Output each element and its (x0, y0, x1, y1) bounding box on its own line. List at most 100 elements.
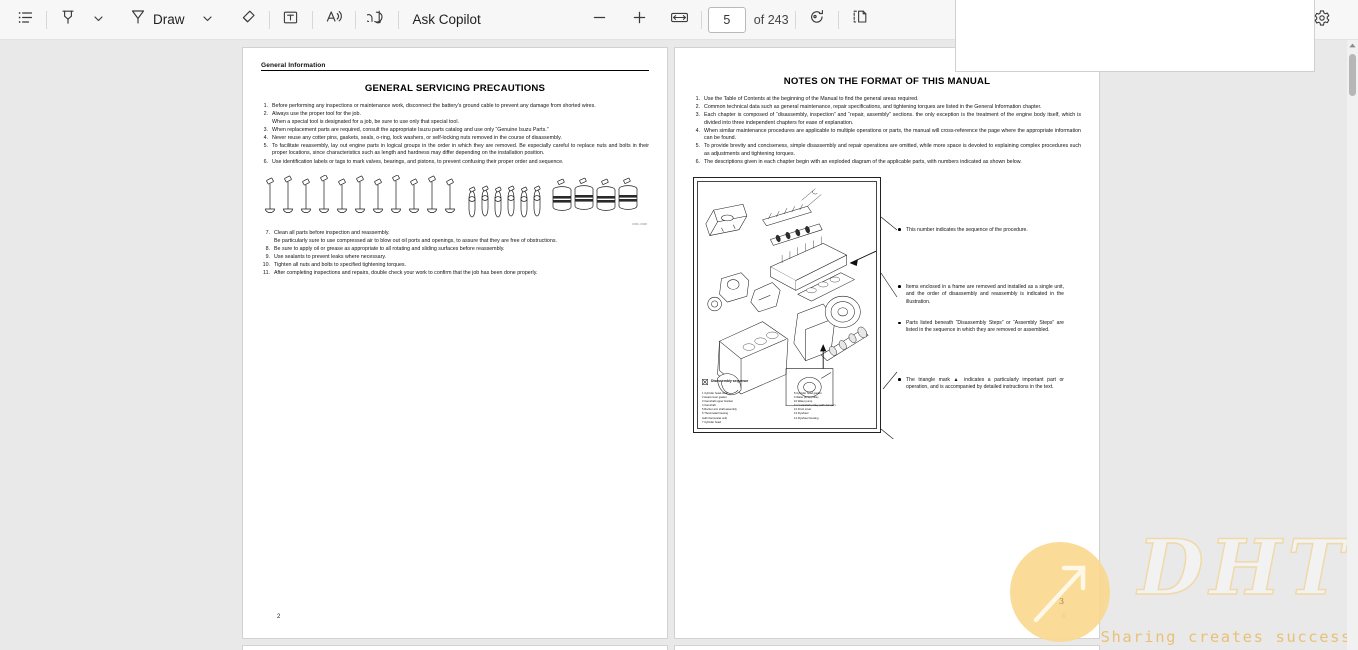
callout-text: Parts listed beneath “Disassembly Steps”… (906, 320, 1064, 334)
pdf-page-next-right[interactable] (675, 646, 1099, 650)
toolbar-divider (397, 10, 399, 29)
list-item-number: 5. (263, 142, 268, 149)
list-item-text: After completing inspections and repairs… (274, 270, 538, 277)
list-item-number: 3. (263, 126, 268, 133)
list-item-text: Tighten all nuts and bolts to specified … (274, 261, 407, 268)
sequence-item: 14 Flywheel housing (794, 416, 819, 420)
exploded-diagram-frame: Disassembly sequence 1 Cylinder head cov… (693, 176, 881, 433)
sequence-column-1: 1 Cylinder head cover 2 Head cover gaske… (702, 392, 786, 424)
sequence-marker-icon (702, 372, 708, 390)
draw-options-button[interactable] (193, 5, 223, 35)
ask-copilot-button[interactable]: Ask Copilot (405, 12, 489, 27)
callout-bullet-icon (898, 284, 906, 306)
list-item-number: 3. (695, 112, 700, 119)
printed-page-number: 2 (277, 614, 281, 620)
exploded-diagram-section: Disassembly sequence 1 Cylinder head cov… (693, 176, 1081, 439)
scroll-up-button[interactable] (1347, 40, 1358, 51)
list-item: 6. Use identification labels or tags to … (261, 159, 649, 167)
list-item-text: When replacement parts are required, con… (272, 126, 549, 133)
list-item-number: 7. (265, 230, 270, 237)
draw-button[interactable]: Draw (121, 5, 193, 35)
list-item-text: The descriptions given in each chapter b… (704, 159, 1022, 166)
disassembly-sequence-box: Disassembly sequence 1 Cylinder head cov… (702, 372, 876, 424)
list-item-number: 4. (263, 134, 268, 141)
edge-pdf-viewer: Draw Ask Copilot 5 of 243 General Inform… (0, 0, 1358, 650)
translate-icon (364, 9, 387, 31)
callout-text: Items enclosed in a frame are removed an… (906, 283, 1064, 305)
scrollbar-thumb[interactable] (1349, 54, 1356, 96)
pen-icon (129, 8, 147, 31)
rotate-button[interactable] (802, 5, 832, 35)
pdf-page-right[interactable]: NOTES ON THE FORMAT OF THIS MANUAL 1. Us… (675, 48, 1099, 638)
add-text-button[interactable] (276, 5, 306, 35)
callout-bullet-icon (898, 227, 906, 234)
zoom-out-button[interactable] (585, 5, 615, 35)
table-of-contents-button[interactable] (10, 5, 40, 35)
parts-illustration: F06C-0008 (261, 174, 649, 226)
chevron-up-icon (1349, 43, 1356, 48)
list-item: 5. To provide brevity and conciseness, s… (693, 143, 1081, 158)
list-item-sub: When a special tool is designated for a … (272, 118, 459, 125)
fit-to-width-icon (670, 10, 689, 30)
eraser-icon (239, 8, 257, 31)
list-item-text: To provide brevity and conciseness, simp… (704, 143, 1081, 157)
read-aloud-button[interactable] (319, 5, 349, 35)
page-number-input[interactable]: 5 (707, 6, 746, 33)
erase-button[interactable] (233, 5, 263, 35)
list-item: 6. The descriptions given in each chapte… (693, 159, 1081, 167)
list-item-number: 5. (695, 143, 700, 150)
valves-bearings-pistons-drawing (265, 174, 638, 218)
highlighter-button[interactable] (53, 5, 83, 35)
list-item: 2. Always use the proper tool for the jo… (261, 111, 649, 126)
sequence-header: Disassembly sequence (702, 372, 876, 390)
pdf-page-left[interactable]: General Information GENERAL SERVICING PR… (243, 48, 667, 638)
list-item-text: Before performing any inspections or mai… (272, 103, 596, 109)
list-item: 5. To facilitate reassembly, lay out eng… (261, 143, 649, 158)
overlay-popup-panel[interactable] (955, 0, 1315, 72)
toolbar-divider (700, 10, 702, 29)
minus-icon (591, 9, 608, 31)
zoom-in-button[interactable] (625, 5, 655, 35)
highlighter-icon (59, 8, 77, 31)
printed-page-number: 3 (1061, 614, 1065, 620)
fit-to-width-button[interactable] (665, 5, 695, 35)
rotate-icon (808, 8, 826, 31)
precautions-list: 1. Before performing any inspections or … (261, 103, 649, 166)
running-head: General Information (261, 62, 649, 71)
list-item-text: Use sealants to prevent leaks where nece… (274, 253, 387, 260)
document-viewport[interactable]: General Information GENERAL SERVICING PR… (0, 40, 1347, 650)
list-item: 1. Before performing any inspections or … (261, 103, 649, 111)
toolbar-divider (311, 10, 313, 29)
list-item-sub: Be particularly sure to use compressed a… (274, 237, 557, 244)
list-item-text: Never reuse any cotter pins, gaskets, se… (272, 134, 562, 141)
list-item: 9. Use sealants to prevent leaks where n… (261, 254, 649, 262)
list-item-number: 6. (263, 158, 268, 165)
page-total-label: of 243 (753, 12, 789, 27)
highlighter-options-button[interactable] (83, 5, 113, 35)
list-item-number: 9. (265, 253, 270, 260)
list-item: 10. Tighten all nuts and bolts to specif… (261, 262, 649, 270)
list-item-number: 11. (263, 270, 270, 277)
precautions-list-continued: 7. Clean all parts before inspection and… (261, 230, 649, 277)
callout: The triangle mark ▲ indicates a particul… (898, 377, 1064, 392)
list-item: 11. After completing inspections and rep… (261, 270, 649, 278)
page-title: NOTES ON THE FORMAT OF THIS MANUAL (783, 76, 991, 87)
toolbar-divider (354, 10, 356, 29)
callout-text: This number indicates the sequence of th… (906, 226, 1028, 233)
callout: This number indicates the sequence of th… (898, 227, 1064, 234)
list-item-text: Clean all parts before inspection and re… (274, 230, 649, 245)
page-view-button[interactable] (845, 5, 875, 35)
vertical-scrollbar[interactable] (1347, 40, 1358, 650)
list-item-text: To facilitate reassembly, lay out engine… (272, 142, 649, 157)
list-item-number: 1. (263, 103, 268, 109)
list-item-number: 6. (695, 159, 700, 166)
translate-button[interactable] (362, 5, 392, 35)
pdf-page-next-left[interactable] (243, 646, 667, 650)
callout: Parts listed beneath “Disassembly Steps”… (898, 320, 1064, 335)
format-notes-list: 1. Use the Table of Contents at the begi… (693, 96, 1081, 167)
list-item: 1. Use the Table of Contents at the begi… (693, 96, 1081, 104)
callout-text: The triangle mark ▲ indicates a particul… (906, 376, 1064, 391)
list-item: 4. Never reuse any cotter pins, gaskets,… (261, 135, 649, 143)
callout-bullet-icon (898, 320, 906, 335)
settings-button[interactable] (1306, 4, 1338, 36)
